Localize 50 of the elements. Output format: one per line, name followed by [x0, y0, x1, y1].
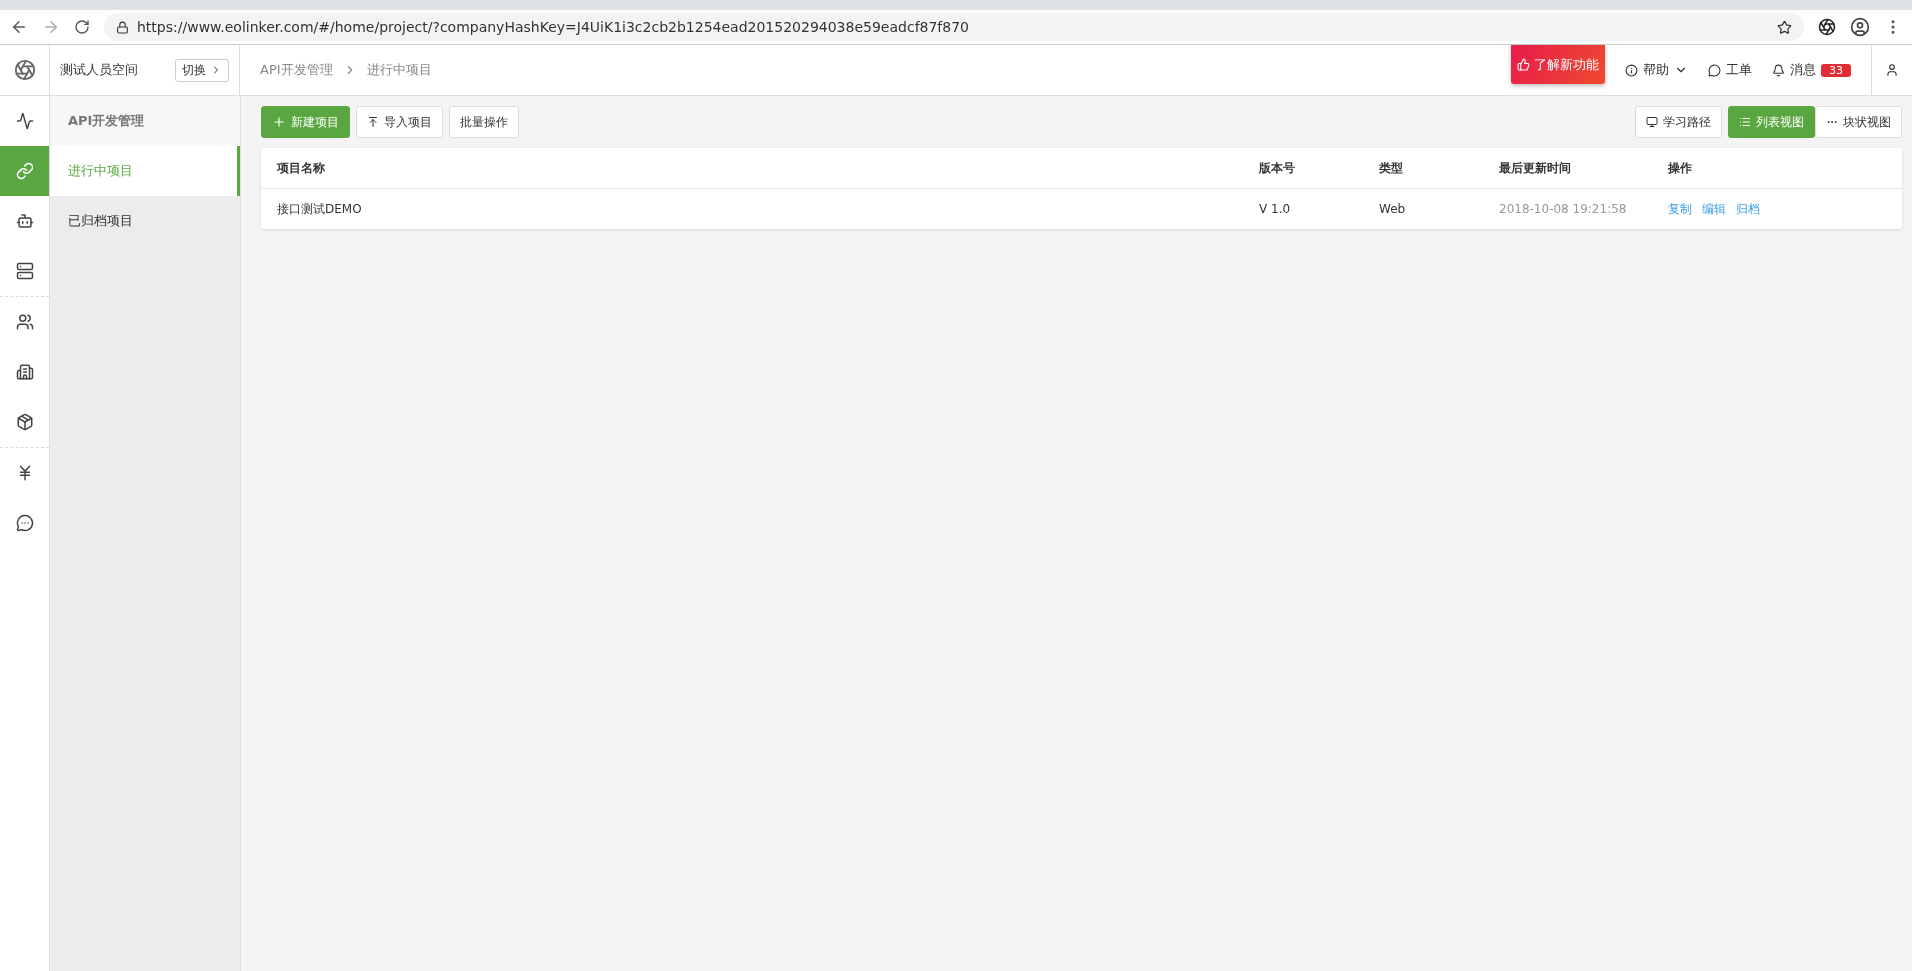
chat-icon: [1708, 63, 1721, 77]
tickets-link[interactable]: 工单: [1708, 61, 1752, 79]
sidebar-title: API开发管理: [50, 96, 240, 146]
sidebar-item[interactable]: 已归档项目: [50, 196, 240, 246]
link-icon: [15, 162, 34, 180]
info-icon: [1625, 63, 1638, 77]
updated-time: 2018-10-08 19:21:58: [1499, 202, 1628, 216]
column-header: 操作: [1668, 159, 1693, 177]
profile-icon[interactable]: [1850, 17, 1870, 37]
user-icon[interactable]: [1885, 63, 1899, 77]
help-menu[interactable]: 帮助: [1625, 61, 1688, 79]
plus-icon: [272, 115, 286, 129]
view-toggle[interactable]: 块状视图: [1815, 106, 1902, 138]
bell-icon: [1772, 63, 1785, 77]
toolbar-button[interactable]: 批量操作: [449, 106, 519, 138]
address-bar[interactable]: https://www.eolinker.com/#/home/project/?companyHashKey=J4UiK1i3c2cb2b1254ead201520294038e59eadcf87f870: [104, 13, 1804, 41]
message-count: 33: [1821, 63, 1851, 77]
chat-icon: [15, 514, 34, 532]
column-header: 类型: [1379, 159, 1404, 177]
switch-button[interactable]: 切换: [175, 58, 229, 82]
building-icon: [15, 363, 34, 381]
server-icon: [15, 262, 34, 280]
chart-icon: [15, 112, 34, 130]
learning-path-button[interactable]: 学习路径: [1635, 106, 1722, 138]
logo-icon: [13, 59, 36, 81]
workspace-name: 测试人员空间: [60, 61, 138, 79]
new-features-button[interactable]: 了解新功能: [1511, 45, 1605, 84]
version-cell-text: V 1.0: [1259, 202, 1292, 216]
project-name: 接口测试DEMO: [277, 200, 363, 218]
breadcrumb-item: 进行中项目: [366, 61, 432, 79]
reload-icon[interactable]: [74, 19, 90, 35]
toolbar-button[interactable]: 导入项目: [356, 106, 443, 138]
extension-icon[interactable]: [1818, 18, 1836, 36]
column-header: 最后更新时间: [1499, 159, 1572, 177]
robot-icon: [15, 212, 34, 230]
messages-link[interactable]: 消息 33: [1772, 61, 1851, 79]
star-icon[interactable]: [1777, 19, 1792, 35]
column-header: 版本号: [1259, 159, 1296, 177]
lock-icon: [116, 20, 129, 34]
breadcrumb-item[interactable]: API开发管理: [260, 61, 333, 79]
back-icon[interactable]: [10, 18, 28, 36]
column-header: 项目名称: [277, 159, 326, 177]
type-cell-text: Web: [1379, 202, 1407, 216]
box-icon: [15, 413, 34, 431]
list-icon: [1739, 116, 1751, 128]
monitor-icon: [1646, 116, 1658, 128]
users-icon: [15, 313, 34, 331]
thumbs-up-icon: [1517, 58, 1530, 71]
url-text: https://www.eolinker.com/#/home/project/?companyHashKey=J4UiK1i3c2cb2b1254ead201520294038e59eadcf87f870: [137, 19, 970, 35]
upload-icon: [367, 116, 379, 128]
